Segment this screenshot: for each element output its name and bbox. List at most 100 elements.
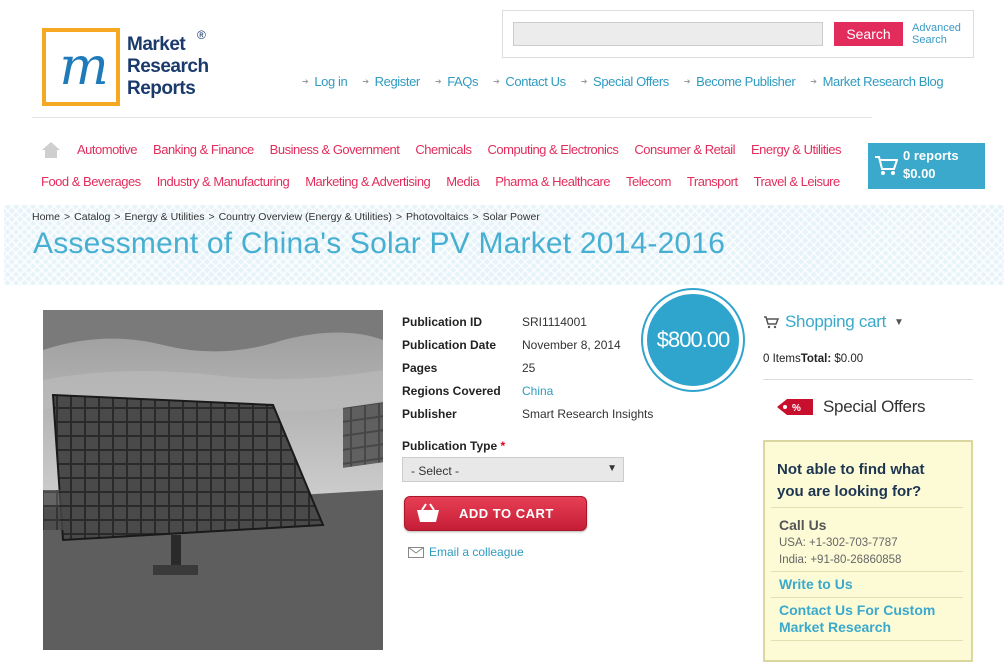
breadcrumb-photovoltaics[interactable]: Photovoltaics — [406, 211, 468, 223]
nav-computing-electronics[interactable]: Computing & Electronics — [488, 142, 619, 162]
envelope-icon — [408, 546, 424, 558]
help-divider — [771, 640, 963, 641]
publication-type-label: Publication Type * — [402, 439, 505, 453]
breadcrumb-catalog[interactable]: Catalog — [74, 211, 110, 223]
custom-research-link[interactable]: Contact Us For Custom Market Research — [779, 602, 935, 636]
help-title-line-2: you are looking for? — [777, 483, 922, 500]
publication-type-select[interactable]: - Select - ▼ — [402, 457, 624, 482]
cart-report-count: 0 reports — [903, 148, 959, 163]
shopping-cart-summary: 0 ItemsTotal: $0.00 — [763, 353, 863, 365]
special-offers-banner[interactable]: % Special Offers — [775, 396, 926, 418]
site-logo[interactable]: m Market Research Reports ® — [42, 28, 222, 108]
arrow-icon: ➔ — [493, 77, 500, 86]
breadcrumb-energy-utilities[interactable]: Energy & Utilities — [125, 211, 205, 223]
detail-row-publication-id: Publication ID SRI1114001 — [402, 310, 662, 333]
detail-value: SRI1114001 — [522, 314, 587, 329]
cart-icon — [874, 155, 899, 182]
register-label: Register — [374, 74, 421, 89]
nav-pharma-healthcare[interactable]: Pharma & Healthcare — [495, 174, 610, 194]
help-title: Not able to find what you are looking fo… — [777, 459, 925, 503]
top-links: ➔ Log in ➔ Register ➔ FAQs ➔ Contact Us ➔ Spe… — [302, 74, 944, 92]
special-offers-label: Special Offers — [593, 74, 669, 89]
search-input[interactable] — [513, 22, 823, 46]
discount-tag-icon: % — [775, 396, 815, 418]
write-to-us-link[interactable]: Write to Us — [779, 576, 853, 593]
home-icon[interactable] — [41, 141, 61, 159]
logo-line-3: Reports — [127, 78, 196, 99]
nav-media[interactable]: Media — [446, 174, 479, 194]
phone-usa: USA: +1-302-703-7787 — [779, 537, 898, 549]
nav-business-government[interactable]: Business & Government — [270, 142, 400, 162]
required-marker: * — [500, 439, 506, 453]
nav-banking-finance[interactable]: Banking & Finance — [153, 142, 254, 162]
arrow-icon: ➔ — [434, 77, 442, 86]
logo-text: Market Research Reports — [127, 34, 209, 100]
blog-link[interactable]: ➔ Market Research Blog — [810, 74, 943, 92]
page-title: Assessment of China's Solar PV Market 20… — [33, 227, 726, 260]
cart-item-count: 0 Items — [763, 353, 801, 365]
breadcrumb-home[interactable]: Home — [32, 211, 60, 223]
search-button[interactable]: Search — [834, 22, 903, 46]
nav-travel-leisure[interactable]: Travel & Leisure — [754, 174, 841, 194]
nav-automotive[interactable]: Automotive — [77, 142, 138, 162]
detail-row-publication-date: Publication Date November 8, 2014 — [402, 333, 662, 356]
nav-consumer-retail[interactable]: Consumer & Retail — [634, 142, 735, 162]
nav-chemicals[interactable]: Chemicals — [415, 142, 472, 162]
breadcrumb-country-overview[interactable]: Country Overview (Energy & Utilities) — [219, 211, 392, 223]
cart-icon — [763, 315, 779, 329]
header-cart-widget[interactable]: 0 reports $0.00 — [868, 143, 985, 189]
email-colleague-link[interactable]: Email a colleague — [408, 545, 524, 559]
custom-research-line-1: Contact Us For Custom — [779, 602, 936, 618]
price-value: $800.00 — [656, 327, 731, 352]
header-divider — [32, 117, 872, 118]
detail-label: Publication Date — [402, 337, 497, 352]
contact-us-link[interactable]: ➔ Contact Us — [493, 74, 566, 92]
product-details: Publication ID SRI1114001 Publication Dat… — [402, 310, 662, 425]
sidebar-divider — [763, 379, 973, 380]
arrow-icon: ➔ — [580, 77, 588, 86]
shopping-cart-header[interactable]: Shopping cart ▼ — [763, 312, 973, 332]
register-link[interactable]: ➔ Register — [362, 74, 420, 92]
special-offers-link[interactable]: ➔ Special Offers — [580, 74, 670, 92]
detail-label: Publisher — [402, 406, 457, 421]
contact-us-label: Contact Us — [505, 74, 566, 89]
nav-telecom[interactable]: Telecom — [626, 174, 671, 194]
category-nav-row-1: Automotive Banking & Finance Business & … — [77, 142, 857, 162]
product-image — [43, 310, 383, 650]
publication-type-text: Publication Type — [402, 439, 498, 453]
breadcrumb-solar-power[interactable]: Solar Power — [483, 211, 540, 223]
shopping-basket-icon — [415, 503, 441, 526]
add-to-cart-button[interactable]: ADD TO CART — [404, 496, 587, 531]
cart-amount: $0.00 — [903, 166, 936, 181]
chevron-down-icon: ▼ — [894, 316, 904, 328]
nav-energy-utilities[interactable]: Energy & Utilities — [751, 142, 841, 162]
add-to-cart-label: ADD TO CART — [459, 506, 554, 521]
detail-value: November 8, 2014 — [522, 337, 621, 352]
advanced-search-line-2: Search — [912, 34, 947, 46]
arrow-icon: ➔ — [362, 77, 369, 86]
faqs-link[interactable]: ➔ FAQs — [434, 74, 479, 92]
detail-label: Pages — [402, 360, 438, 375]
detail-value: Smart Research Insights — [522, 406, 654, 421]
email-colleague-label: Email a colleague — [429, 545, 524, 559]
become-publisher-link[interactable]: ➔ Become Publisher — [684, 74, 796, 92]
cart-total-value: $0.00 — [834, 353, 864, 365]
region-link[interactable]: China — [522, 384, 553, 398]
nav-food-beverages[interactable]: Food & Beverages — [41, 174, 141, 194]
special-offers-label: Special Offers — [823, 397, 926, 416]
advanced-search-link[interactable]: Advanced Search — [912, 22, 961, 46]
arrow-icon: ➔ — [302, 77, 309, 86]
arrow-icon: ➔ — [810, 77, 817, 86]
become-publisher-label: Become Publisher — [696, 74, 796, 89]
login-link[interactable]: ➔ Log in — [302, 74, 348, 92]
login-label: Log in — [314, 74, 348, 89]
nav-marketing-advertising[interactable]: Marketing & Advertising — [305, 174, 431, 194]
detail-row-pages: Pages 25 — [402, 356, 662, 379]
detail-row-publisher: Publisher Smart Research Insights — [402, 402, 662, 425]
breadcrumb: Home > Catalog > Energy & Utilities > Country … — [32, 211, 540, 223]
nav-transport[interactable]: Transport — [687, 174, 738, 194]
logo-line-2: Research — [127, 56, 209, 77]
registered-mark: ® — [197, 28, 206, 42]
nav-industry-manufacturing[interactable]: Industry & Manufacturing — [157, 174, 290, 194]
shopping-cart-title: Shopping cart — [785, 312, 887, 331]
